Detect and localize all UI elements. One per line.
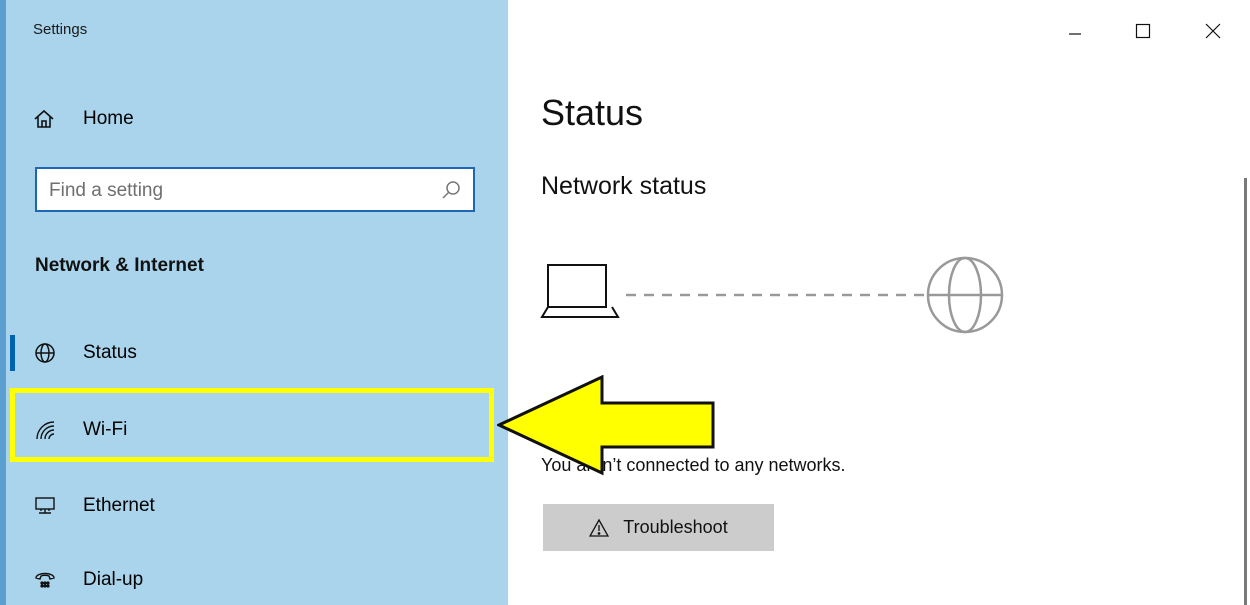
ethernet-icon	[33, 494, 57, 518]
minimize-icon	[1069, 33, 1081, 35]
home-icon	[33, 108, 55, 130]
sidebar-item-label: Home	[83, 108, 134, 129]
warning-icon	[589, 518, 610, 538]
minimize-button[interactable]	[1055, 14, 1095, 48]
page-title: Status	[541, 92, 644, 133]
section-heading: Network & Internet	[35, 255, 204, 276]
wifi-icon	[33, 418, 57, 442]
close-button[interactable]	[1193, 14, 1233, 48]
maximize-icon	[1135, 23, 1151, 39]
sidebar-item-label: Wi-Fi	[83, 419, 128, 440]
globe-icon	[926, 256, 1004, 334]
search-icon[interactable]	[441, 180, 461, 200]
sidebar-item-home[interactable]: Home	[33, 101, 473, 137]
sidebar-item-label: Dial-up	[83, 569, 144, 590]
sidebar-item-ethernet[interactable]: Ethernet	[33, 486, 473, 526]
sidebar-item-dial-up[interactable]: Dial-up	[33, 560, 473, 600]
scrollbar[interactable]	[1244, 178, 1247, 605]
active-indicator	[10, 335, 15, 371]
close-icon	[1205, 23, 1221, 39]
laptop-icon	[540, 264, 620, 318]
sidebar-item-label: Ethernet	[83, 495, 155, 516]
app-title: Settings	[33, 21, 88, 38]
search-input[interactable]	[47, 169, 446, 212]
search-box[interactable]	[35, 167, 475, 212]
network-diagram	[540, 255, 1010, 335]
troubleshoot-button[interactable]: Troubleshoot	[543, 504, 774, 551]
annotation-arrow	[497, 375, 715, 476]
window-left-edge	[0, 0, 6, 605]
sidebar-item-wifi[interactable]: Wi-Fi	[33, 410, 473, 450]
sidebar-item-status[interactable]: Status	[33, 333, 473, 373]
maximize-button[interactable]	[1123, 14, 1163, 48]
sidebar: Settings Home Network & Internet	[0, 0, 508, 605]
globe-icon	[33, 341, 57, 365]
dial-up-icon	[33, 568, 57, 592]
sidebar-item-label: Status	[83, 342, 137, 363]
network-status-heading: Network status	[541, 172, 707, 200]
troubleshoot-label: Troubleshoot	[623, 517, 728, 537]
